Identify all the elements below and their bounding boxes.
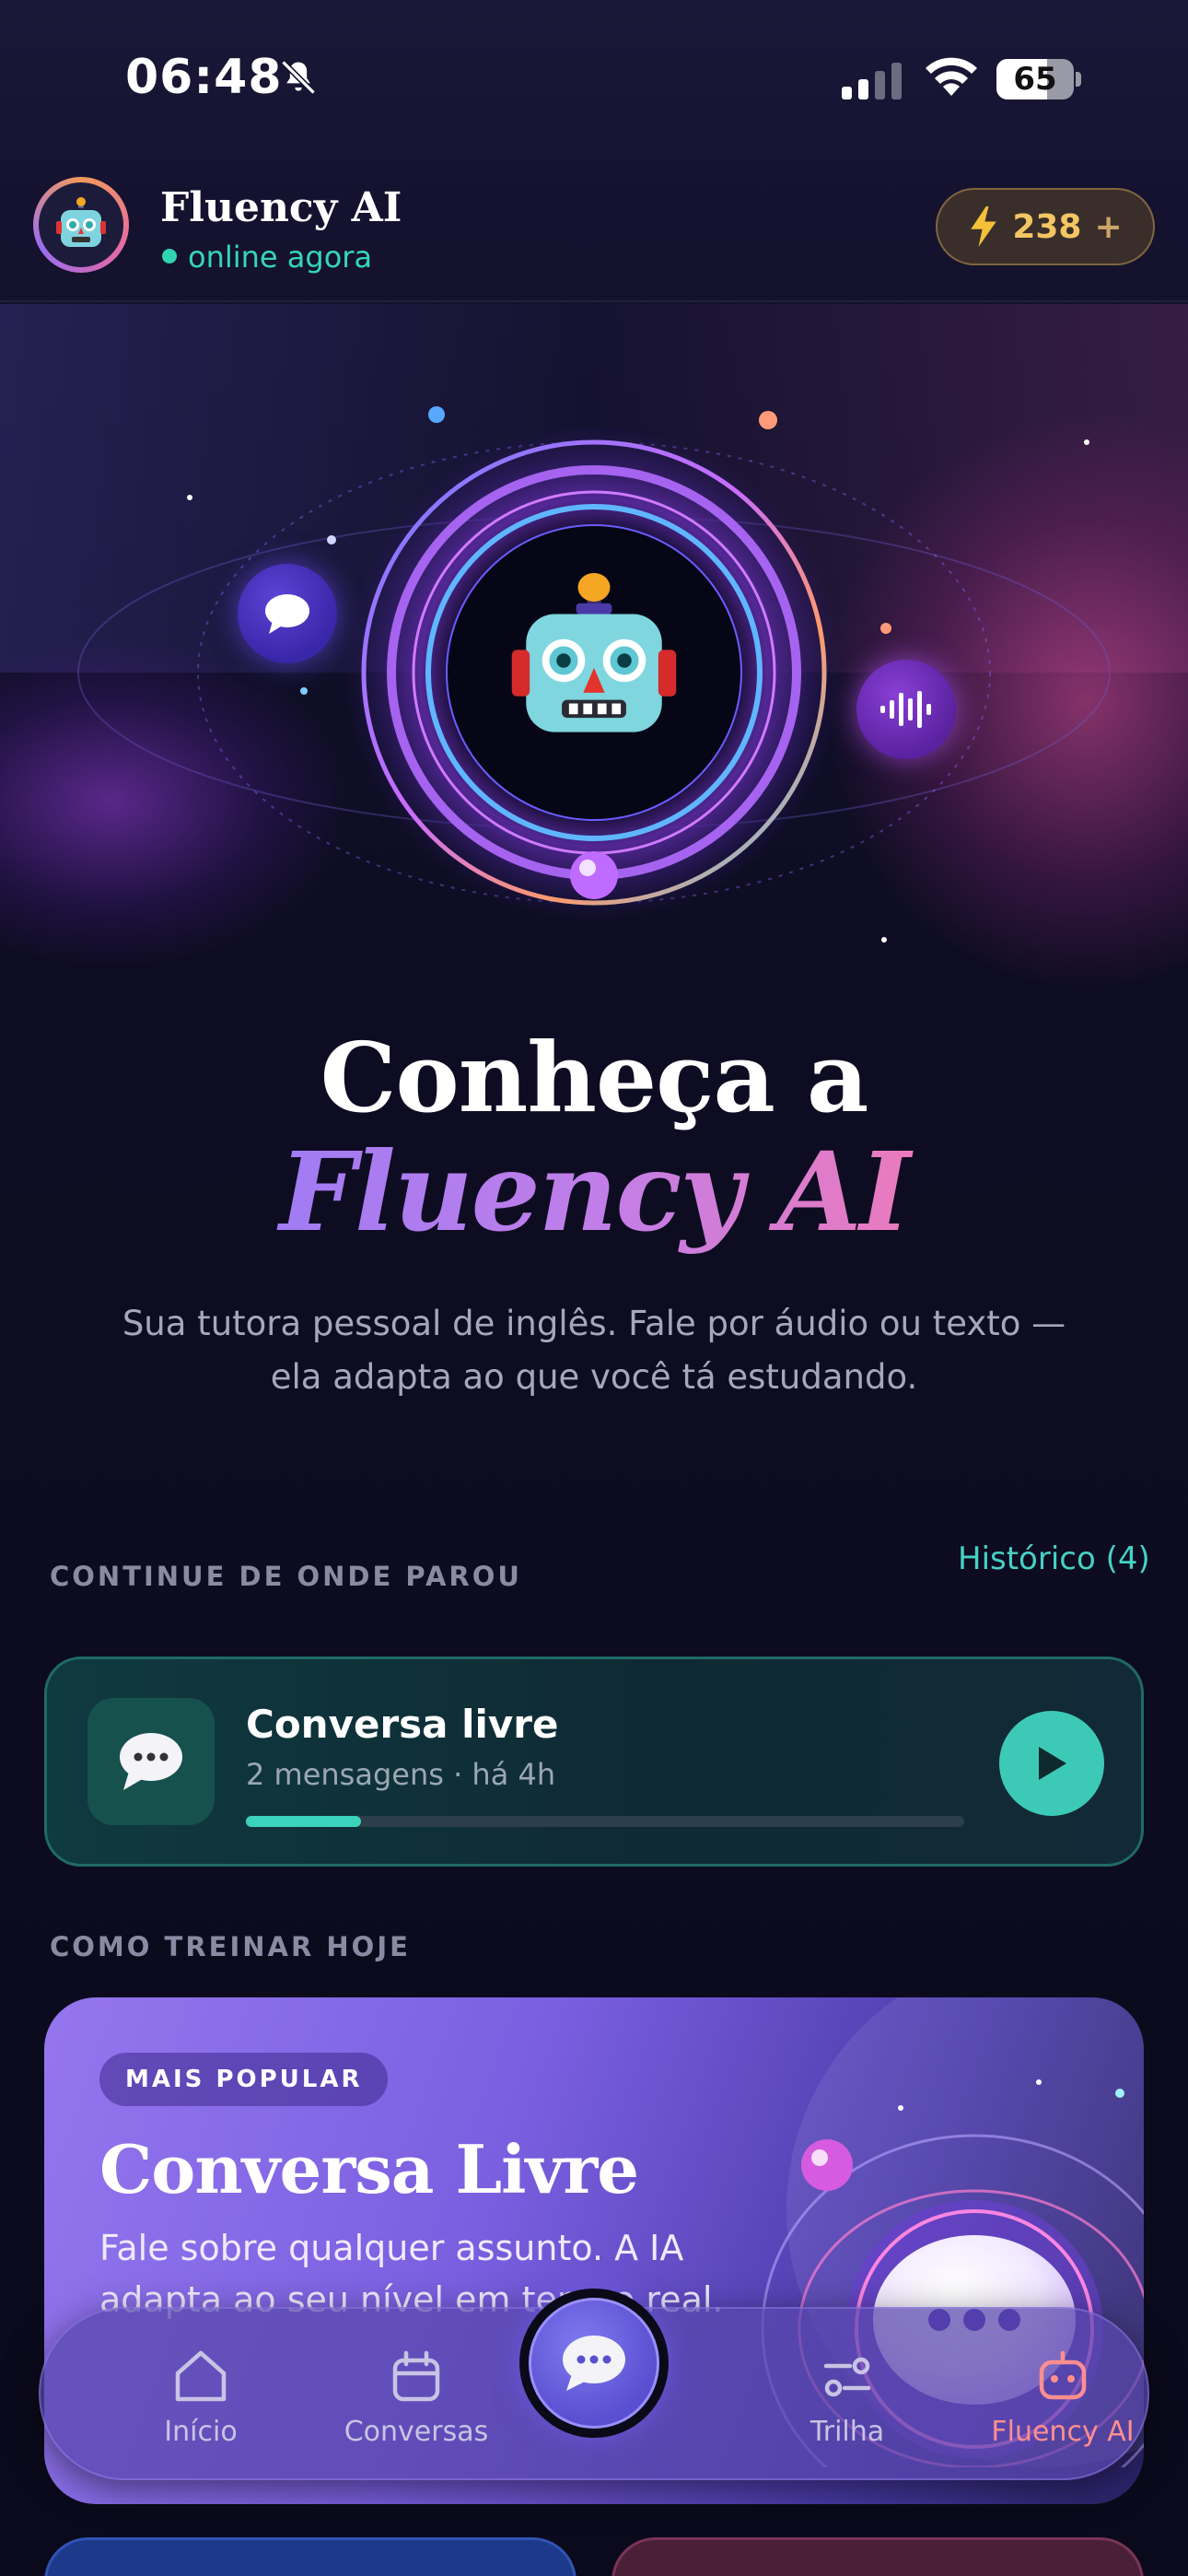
battery-level: 65 — [1013, 61, 1057, 98]
robot-icon — [1039, 2350, 1087, 2400]
hero-title: Conheça a — [320, 1021, 869, 1134]
hero-illustration — [0, 304, 1188, 1004]
tab-label: Fluency AI — [991, 2416, 1135, 2448]
app-screen: 06:48 65 Fluency AI online agora 238 + C… — [0, 0, 1188, 2576]
tab-inicio[interactable]: Início — [109, 2344, 293, 2454]
mode-card-peek-right[interactable] — [611, 2537, 1144, 2576]
audio-wave-icon — [880, 691, 931, 728]
add-credits-icon: + — [1094, 207, 1123, 246]
hero-subtitle: Sua tutora pessoal de inglês. Fale por á… — [122, 1304, 1066, 1397]
continue-card-meta: 2 mensagens · há 4h — [246, 1757, 556, 1792]
status-bar: 06:48 65 — [0, 0, 1188, 157]
cellular-signal-icon — [842, 63, 902, 100]
tab-conversas[interactable]: Conversas — [324, 2344, 508, 2454]
robot-mascot — [511, 572, 677, 732]
tab-label: Conversas — [344, 2416, 489, 2448]
resume-play-button[interactable] — [999, 1711, 1104, 1816]
bell-muted-icon — [281, 60, 316, 95]
status-time: 06:48 — [125, 50, 283, 105]
continue-card-title: Conversa livre — [246, 1702, 559, 1747]
wifi-icon — [926, 57, 977, 96]
train-section-label: COMO TREINAR HOJE — [50, 1931, 411, 1962]
text-chat-orb — [238, 564, 337, 663]
avatar[interactable] — [33, 177, 129, 273]
robot-icon — [56, 197, 106, 247]
app-title: Fluency AI — [160, 184, 402, 231]
mode-card-peek-left[interactable] — [44, 2537, 577, 2576]
conversation-icon-box — [87, 1698, 215, 1825]
app-header: Fluency AI online agora 238 + — [0, 157, 1188, 302]
speech-bubble-icon — [120, 1733, 182, 1790]
online-status-dot — [162, 249, 177, 263]
conversation-progress-bar — [246, 1816, 964, 1827]
popular-badge: MAIS POPULAR — [99, 2053, 389, 2106]
mode-card-title: Conversa Livre — [99, 2130, 639, 2208]
online-status-text: online agora — [188, 240, 373, 275]
continue-section-label: CONTINUE DE ONDE PAROU — [50, 1561, 522, 1592]
credits-badge[interactable]: 238 + — [936, 188, 1155, 265]
tab-label: Trilha — [809, 2416, 885, 2448]
lightning-icon — [971, 206, 997, 247]
tab-fluency-ai[interactable]: Fluency AI — [971, 2344, 1155, 2454]
voice-chat-orb — [856, 660, 956, 759]
new-chat-button[interactable] — [519, 2289, 669, 2438]
home-icon — [175, 2350, 227, 2402]
sliders-icon — [823, 2357, 871, 2397]
battery-indicator: 65 — [996, 59, 1081, 100]
hero-title-brand: Fluency AI — [0, 1128, 1188, 1256]
calendar-icon — [392, 2350, 440, 2402]
tab-label: Início — [164, 2416, 238, 2448]
history-link[interactable]: Histórico (4) — [958, 1540, 1150, 1577]
speech-bubble-icon — [265, 594, 309, 634]
play-icon — [1039, 1747, 1066, 1780]
conversation-progress-fill — [246, 1816, 361, 1827]
credits-value: 238 — [1012, 207, 1082, 246]
tab-trilha[interactable]: Trilha — [755, 2344, 939, 2454]
chat-bubble-icon — [563, 2336, 625, 2391]
continue-conversation-card[interactable]: Conversa livre 2 mensagens · há 4h — [44, 1657, 1144, 1867]
